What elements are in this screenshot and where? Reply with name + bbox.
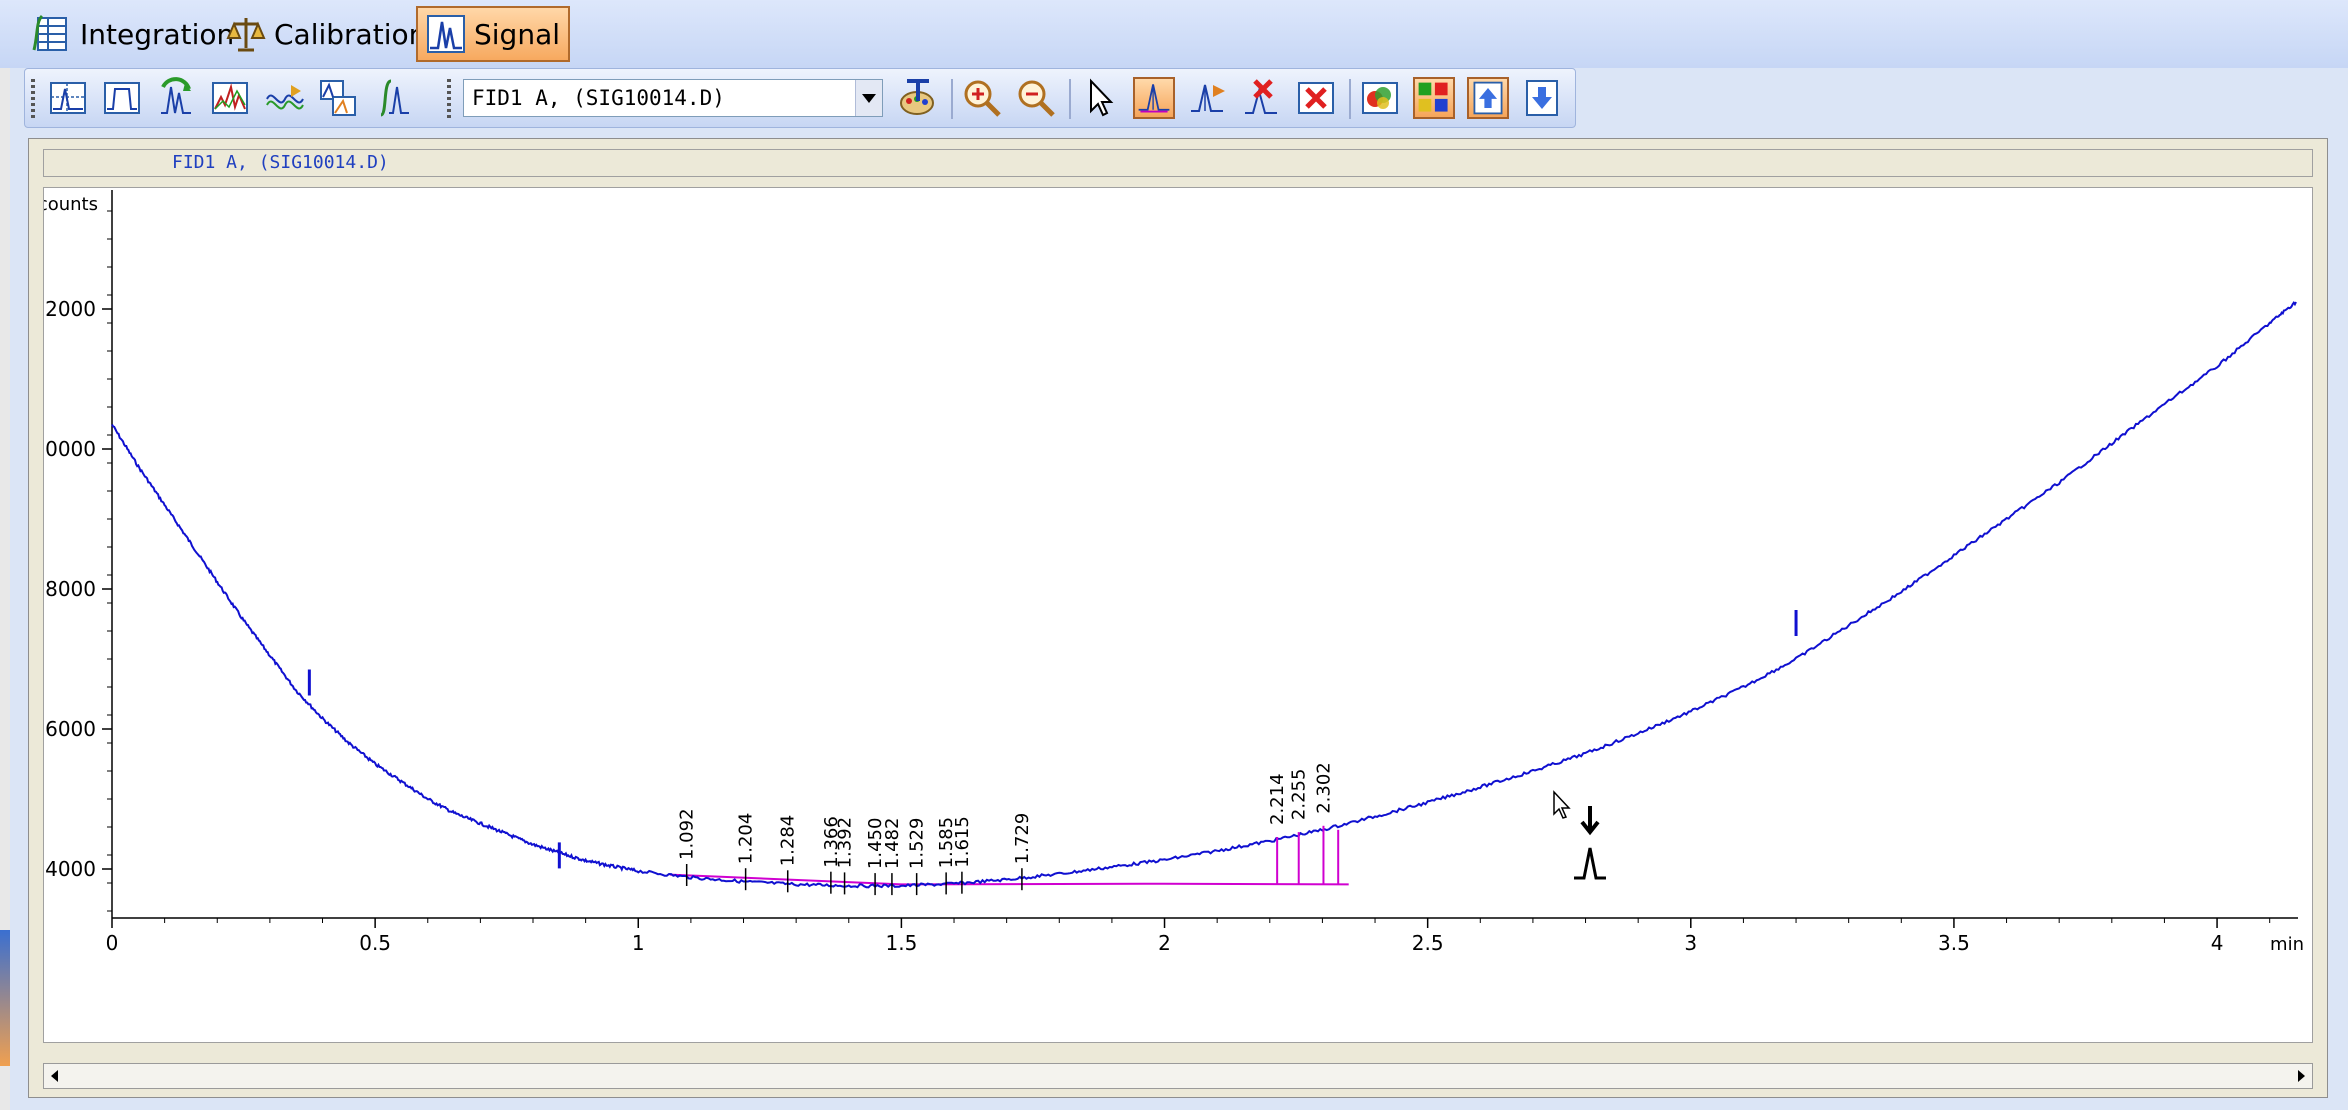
signal-peak-icon — [426, 14, 466, 54]
toolbar-grip[interactable] — [31, 79, 35, 119]
tab-signal[interactable]: Signal — [416, 6, 571, 62]
delete-all-button[interactable] — [1295, 77, 1337, 119]
integral-icon — [379, 79, 409, 117]
peak-label: 1.529 — [907, 818, 928, 870]
tab-signal-label: Signal — [474, 17, 561, 51]
tab-calibration-label: Calibration — [274, 17, 427, 51]
signal-title: FID1 A, (SIG10014.D) — [172, 152, 389, 173]
x-tick-label: 3 — [1684, 931, 1697, 955]
y-tick-label: 14000 — [44, 857, 96, 881]
signal-toolbar: FID1 A, (SIG10014.D) — [24, 68, 1576, 128]
peak-label: 1.392 — [835, 817, 856, 869]
reintegrate-icon — [161, 77, 191, 114]
stack-signals-button[interactable] — [317, 77, 359, 119]
toolbar-separator — [1349, 79, 1351, 119]
overlay-icon — [266, 85, 304, 110]
balance-scale-icon — [226, 14, 266, 54]
color-palette-button[interactable] — [897, 77, 939, 119]
signal-colors-button[interactable] — [1413, 77, 1455, 119]
integral-button[interactable] — [371, 77, 413, 119]
select-pointer-icon — [1090, 78, 1114, 117]
toolbar-separator — [1069, 79, 1071, 119]
sidebar-accent — [0, 930, 10, 1066]
signal-trace-line — [111, 300, 2297, 889]
x-tick-label: 1.5 — [885, 931, 917, 955]
x-tick-label: 0.5 — [359, 931, 391, 955]
zoom-in-button[interactable] — [961, 77, 1003, 119]
y-tick-label: 16000 — [44, 717, 96, 741]
grid-view-icon — [50, 82, 86, 114]
zoom-in-icon — [964, 80, 1001, 117]
delete-peak-button[interactable] — [1241, 77, 1283, 119]
scroll-right-icon[interactable] — [2290, 1064, 2312, 1088]
zoom-out-icon — [1018, 80, 1055, 117]
colors-icon — [1362, 82, 1398, 114]
single-peak-button[interactable] — [101, 77, 143, 119]
horizontal-scrollbar[interactable] — [43, 1063, 2313, 1089]
mouse-pointer-icon — [1553, 790, 1571, 819]
move-up-icon — [1473, 81, 1503, 115]
signal-window: FID1 A, (SIG10014.D) 14000 16000 18000 2000… — [28, 138, 2328, 1098]
signal-select-value: FID1 A, (SIG10014.D) — [472, 86, 725, 110]
overlay-button[interactable] — [263, 77, 305, 119]
peak-label: 1.482 — [882, 818, 903, 870]
baseline-peak-button[interactable] — [1133, 77, 1175, 119]
integration-table-icon — [32, 14, 72, 54]
baseline-peak-icon — [1138, 84, 1170, 113]
cursor-arrow-down — [1580, 806, 1600, 836]
select-pointer-button[interactable] — [1079, 77, 1121, 119]
tab-integration[interactable]: Integration — [32, 6, 234, 62]
delete-all-icon — [1298, 82, 1334, 114]
x-tick-label: 4 — [2211, 931, 2224, 955]
manual-integration-cursor-icon — [1574, 806, 1606, 880]
peak-label: 2.302 — [1313, 762, 1334, 814]
peak-label: 1.204 — [736, 813, 757, 865]
scroll-left-icon[interactable] — [44, 1064, 66, 1088]
x-axis-label: min — [2270, 934, 2304, 955]
grid-view-button[interactable] — [47, 77, 89, 119]
multi-signal-icon — [212, 82, 248, 114]
chromatogram-svg: 1400016000180002000022000counts00.511.52… — [32, 190, 2304, 955]
move-up-button[interactable] — [1467, 77, 1509, 119]
zoom-out-button[interactable] — [1015, 77, 1057, 119]
x-tick-label: 0 — [106, 931, 119, 955]
peak-label: 2.214 — [1267, 773, 1288, 825]
x-tick-label: 1 — [632, 931, 645, 955]
x-tick-label: 2 — [1158, 931, 1171, 955]
color-palette-icon — [900, 79, 934, 115]
left-window-edge — [0, 68, 10, 1110]
toolbar-grip-2[interactable] — [447, 79, 451, 119]
peak-label: 1.284 — [778, 815, 799, 867]
single-peak-icon — [104, 82, 140, 114]
signal-select[interactable]: FID1 A, (SIG10014.D) — [463, 79, 883, 117]
signal-colors-icon — [1418, 82, 1448, 112]
cursor-peak-shape — [1574, 847, 1606, 880]
y-tick-label: 20000 — [44, 437, 96, 461]
split-peak-button[interactable] — [1187, 77, 1229, 119]
stack-signals-icon — [320, 80, 356, 116]
peak-label: 1.092 — [677, 808, 698, 860]
toolbar-separator — [951, 79, 953, 119]
signal-title-bar: FID1 A, (SIG10014.D) — [43, 149, 2313, 177]
y-axis-label: counts — [44, 194, 98, 215]
move-down-icon — [1526, 80, 1558, 116]
delete-peak-icon — [1245, 79, 1277, 114]
y-tick-label: 18000 — [44, 577, 96, 601]
reintegrate-button[interactable] — [155, 77, 197, 119]
multi-signal-button[interactable] — [209, 77, 251, 119]
x-tick-label: 2.5 — [1412, 931, 1444, 955]
colors-button[interactable] — [1359, 77, 1401, 119]
split-peak-icon — [1191, 84, 1225, 112]
peak-label: 1.615 — [952, 816, 973, 868]
chromatogram-plot[interactable]: 1400016000180002000022000counts00.511.52… — [32, 187, 2313, 1043]
tab-integration-label: Integration — [80, 17, 235, 51]
chevron-down-icon[interactable] — [855, 80, 882, 116]
peak-label: 1.729 — [1012, 813, 1033, 865]
tab-calibration[interactable]: Calibration — [226, 6, 426, 62]
x-tick-label: 3.5 — [1938, 931, 1970, 955]
peak-label: 2.255 — [1289, 769, 1310, 821]
view-tab-bar: Integration Calibration Signal — [0, 0, 2348, 68]
y-tick-label: 22000 — [44, 297, 96, 321]
move-down-button[interactable] — [1521, 77, 1563, 119]
